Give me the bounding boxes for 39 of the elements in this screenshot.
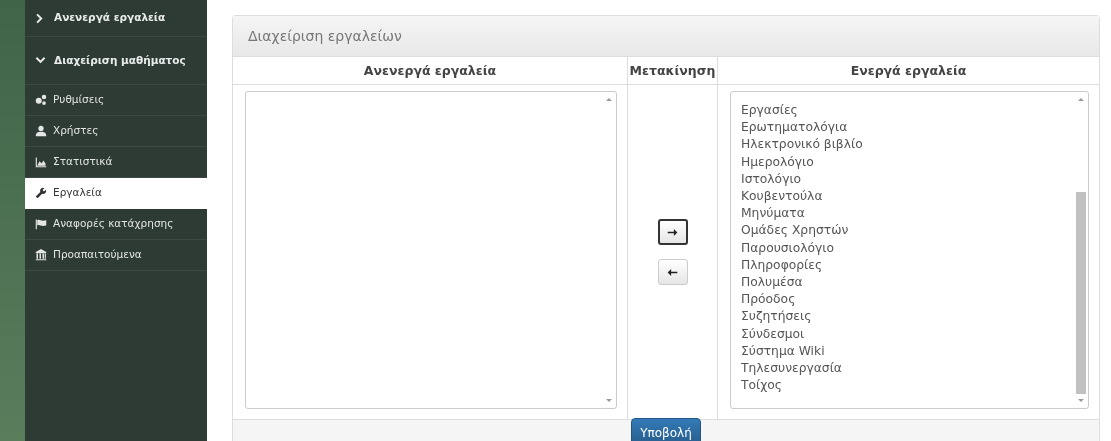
submit-button[interactable]: Υποβολή	[631, 418, 701, 441]
list-option[interactable]: Ομάδες Χρηστών	[741, 222, 1064, 240]
sidebar-item[interactable]: Προαπαιτούμενα	[25, 240, 207, 271]
list-option[interactable]: Τηλεσυνεργασία	[741, 360, 1064, 378]
bank-icon	[35, 249, 47, 261]
sidebar-item[interactable]: Εργαλεία	[25, 178, 207, 209]
sidebar-section[interactable]: Διαχείριση μαθήματος	[25, 37, 207, 85]
column-header: Ανενεργά εργαλεία	[233, 57, 627, 85]
user-icon	[35, 125, 47, 137]
list-option[interactable]: Μηνύματα	[741, 205, 1064, 223]
list-option[interactable]: Σύνδεσμοι	[741, 325, 1064, 343]
list-option[interactable]: Ημερολόγιο	[741, 153, 1064, 171]
sidebar-item[interactable]: Αναφορές κατάχρησης	[25, 209, 207, 240]
move-button[interactable]	[657, 219, 688, 245]
list-option[interactable]: Σύστημα Wiki	[741, 342, 1064, 361]
list-option[interactable]: Πρόοδος	[741, 291, 1064, 309]
list-option[interactable]: Ιστολόγιο	[741, 170, 1064, 188]
sidebar-item[interactable]: Ρυθμίσεις	[25, 85, 207, 116]
sidebar-section[interactable]: Ανενεργά εργαλεία	[25, 0, 207, 37]
list-option[interactable]: Ηλεκτρονικό βιβλίο	[741, 136, 1064, 154]
list-box[interactable]: Εργασίες Ερωτηματολόγια Ηλεκτρονικό βιβλίο Ημερολόγιο Ιστολόγιο Κουβεντούλα Μηνύματα Ομάδες Χρηστών Παρουσιολόγιο Πληροφορίες Πολυμέσα Πρόοδος Συζητήσεις Σύνδεσμοι Σύστημα Wiki Τηλεσυνεργασία Τοίχος	[730, 91, 1089, 409]
panel-title: Διαχείριση εργαλείων	[248, 26, 402, 46]
list-option[interactable]: Πληροφορίες	[741, 256, 1064, 275]
list-option[interactable]: Παρουσιολόγιο	[741, 239, 1064, 257]
chevron-down-icon	[35, 55, 46, 66]
sidebar-item[interactable]: Χρήστες	[25, 116, 207, 147]
list-option[interactable]: Εργασίες	[741, 102, 1064, 120]
area-chart-icon	[35, 156, 47, 168]
list-option[interactable]: Τοίχος	[741, 377, 1064, 395]
wrench-icon	[35, 187, 47, 199]
flag-icon	[35, 218, 47, 230]
column-header: Ενεργά εργαλεία	[717, 57, 1099, 85]
list-option[interactable]: Πολυμέσα	[741, 274, 1064, 292]
list-option[interactable]: Κουβεντούλα	[741, 188, 1064, 206]
list-option[interactable]: Ερωτηματολόγια	[741, 119, 1064, 137]
chevron-right-icon	[35, 12, 46, 24]
column-header: Μετακίνηση	[627, 57, 717, 85]
list-option[interactable]: Συζητήσεις	[741, 308, 1064, 326]
gears-icon	[35, 94, 47, 106]
